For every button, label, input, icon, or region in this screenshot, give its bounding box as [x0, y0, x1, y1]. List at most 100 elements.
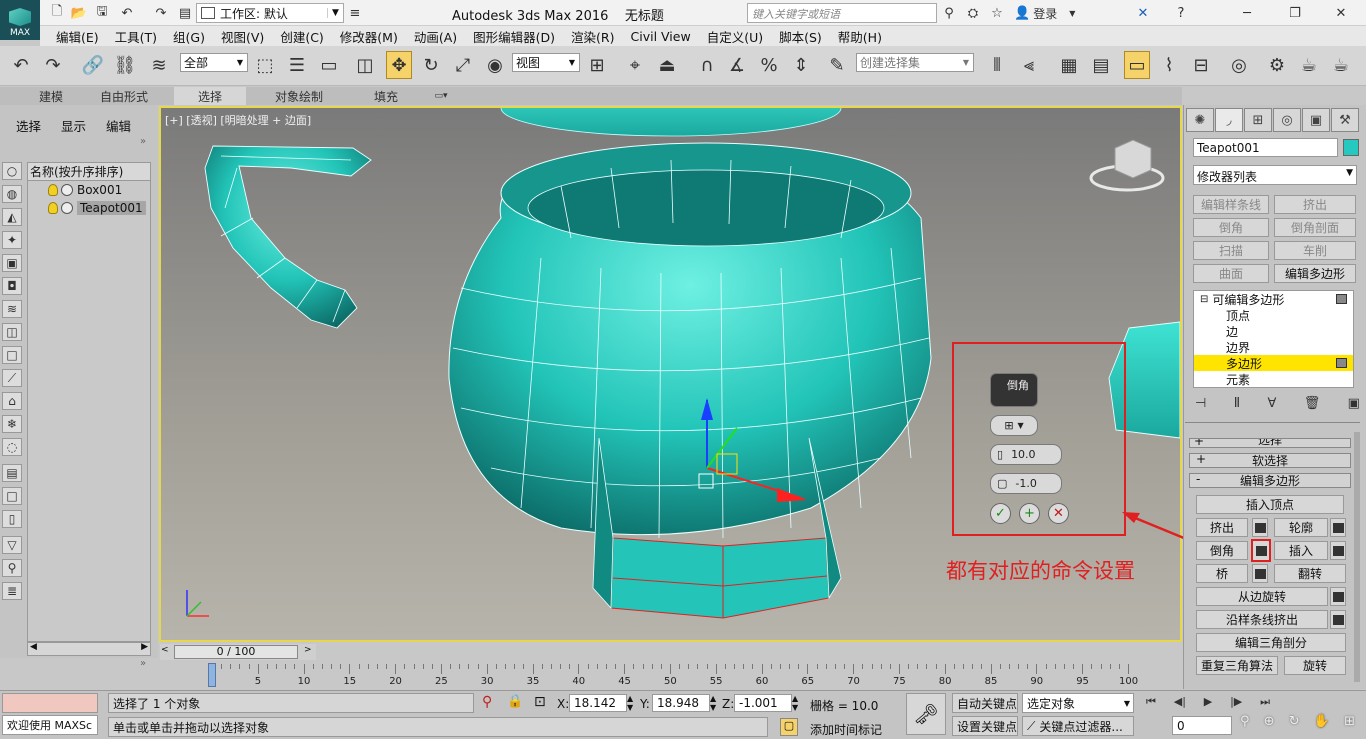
extrude-along-spline-button[interactable]: 沿样条线挤出 — [1196, 610, 1328, 629]
tree-row-teapot001[interactable]: Teapot001 — [28, 199, 150, 217]
inset-button[interactable]: 插入 — [1274, 541, 1328, 560]
render-icon[interactable]: ☕ — [1328, 51, 1354, 79]
current-frame-field[interactable]: 0 — [1172, 716, 1232, 735]
tab-populate[interactable]: 填充 — [354, 87, 418, 105]
teapot-body[interactable] — [448, 142, 932, 539]
menu-animation[interactable]: 动画(A) — [406, 27, 465, 46]
play-icon[interactable]: ▶ — [1204, 695, 1212, 711]
explorer-tab-select[interactable]: 选择 — [16, 116, 41, 135]
modifier-extrude-button[interactable]: 挤出 — [1274, 195, 1356, 214]
time-slider-thumb[interactable]: 0 / 100 — [174, 645, 298, 659]
rollout-soft-selection[interactable]: + 软选择 — [1189, 452, 1351, 468]
x-coord-field[interactable]: 18.142 — [569, 694, 627, 712]
add-time-tag[interactable]: 添加时间标记 — [810, 721, 882, 738]
object-name-field[interactable]: Teapot001 — [1193, 138, 1338, 157]
exchange-x-icon[interactable]: ✕ — [1134, 4, 1152, 22]
previous-frame-icon[interactable]: ◀| — [1174, 695, 1186, 711]
utilities-tab-icon[interactable]: ⚒ — [1331, 108, 1359, 132]
transform-mode-icon[interactable]: ⊡ — [534, 694, 546, 710]
hinge-from-edge-button[interactable]: 从边旋转 — [1196, 587, 1328, 606]
stack-sub-element[interactable]: 元素 — [1194, 371, 1353, 387]
modifier-edit-poly-button[interactable]: 编辑多边形 — [1274, 264, 1356, 283]
link-icon[interactable]: 🔗 — [80, 51, 106, 79]
auto-key-button[interactable]: 自动关键点 — [952, 693, 1018, 713]
display-children-icon[interactable]: ▤ — [2, 464, 22, 482]
retriangulate-button[interactable]: 重复三角算法 — [1196, 656, 1278, 675]
bevel-height-spinner[interactable]: ▯ 10.0 — [990, 444, 1062, 465]
insert-vertex-button[interactable]: 插入顶点 — [1196, 495, 1344, 514]
inset-settings-icon[interactable] — [1330, 541, 1346, 560]
modifier-list-select[interactable]: 修改器列表 ▼ — [1193, 165, 1357, 185]
rollout-selection[interactable]: + 选择 — [1189, 438, 1351, 448]
pin-stack-icon[interactable]: ⊣ — [1195, 396, 1206, 414]
make-unique-icon[interactable]: ∀ — [1267, 396, 1276, 414]
layer-manager-icon[interactable]: ▦ — [1056, 51, 1082, 79]
display-lights-icon[interactable]: ✦ — [2, 231, 22, 249]
menu-create[interactable]: 创建(C) — [272, 27, 331, 46]
orbit-icon[interactable]: ↻ — [1289, 714, 1300, 729]
tab-object-paint[interactable]: 对象绘制 — [262, 87, 336, 105]
tree-row-box001[interactable]: Box001 — [28, 181, 150, 199]
spinner-icon[interactable]: ▲ ▼ — [710, 694, 716, 712]
show-end-result-icon[interactable]: Ⅱ — [1234, 396, 1240, 414]
scene-explorer-icon[interactable]: ▤ — [1088, 51, 1114, 79]
select-none-icon[interactable]: ▯ — [2, 510, 22, 528]
close-button[interactable]: ✕ — [1326, 4, 1356, 22]
select-manipulate-icon[interactable]: ⌖ — [622, 51, 648, 79]
bevel-type-select[interactable]: ⊞ ▼ — [990, 415, 1038, 436]
angle-snap-icon[interactable]: ∡ — [724, 51, 750, 79]
edit-triangulation-button[interactable]: 编辑三角剖分 — [1196, 633, 1346, 652]
modifier-bevel-button[interactable]: 倒角 — [1193, 218, 1269, 237]
schematic-view-icon[interactable]: ⊟ — [1188, 51, 1214, 79]
turn-button[interactable]: 旋转 — [1284, 656, 1346, 675]
explorer-tab-display[interactable]: 显示 — [61, 116, 86, 135]
extrude-spline-settings-icon[interactable] — [1330, 610, 1346, 629]
display-shapes-icon[interactable]: ◭ — [2, 208, 22, 226]
menu-edit[interactable]: 编辑(E) — [48, 27, 107, 46]
chevron-right-icon[interactable]: ▶ — [141, 642, 148, 652]
modifier-sweep-button[interactable]: 扫描 — [1193, 241, 1269, 260]
set-key-icon[interactable]: 🗝 — [906, 693, 946, 735]
layer-icon[interactable]: ≣ — [2, 582, 22, 600]
stack-item-editable-poly[interactable]: ⊟ 可编辑多边形 — [1194, 291, 1353, 307]
select-all-icon[interactable]: □ — [2, 487, 22, 505]
hinge-settings-icon[interactable] — [1330, 587, 1346, 606]
display-hidden-icon[interactable]: ◌ — [2, 438, 22, 456]
new-file-icon[interactable]: 🗋 — [48, 4, 66, 22]
go-to-start-icon[interactable]: ⏮ — [1146, 695, 1156, 711]
redo-icon[interactable]: ↷ — [152, 4, 170, 22]
menu-graph-editors[interactable]: 图形编辑器(D) — [465, 27, 563, 46]
snap-toggle-icon[interactable]: ∩ — [694, 51, 720, 79]
caddy-ok-button[interactable]: ✓ — [990, 503, 1011, 524]
next-frame-icon[interactable]: |▶ — [1230, 695, 1242, 711]
percent-snap-icon[interactable]: % — [756, 51, 782, 79]
key-target-select[interactable]: 选定对象 ▼ — [1022, 693, 1134, 713]
render-setup-icon[interactable]: ⚙ — [1264, 51, 1290, 79]
light-bulb-icon[interactable] — [48, 202, 58, 214]
bevel-settings-icon[interactable] — [1251, 539, 1271, 562]
spinner-icon[interactable]: ▲ ▼ — [627, 694, 633, 712]
render-frame-icon[interactable]: ☕ — [1296, 51, 1322, 79]
visibility-icon[interactable] — [61, 184, 73, 196]
stack-sub-vertex[interactable]: 顶点 — [1194, 307, 1353, 323]
set-key-button[interactable]: 设置关键点 — [952, 716, 1018, 736]
keyboard-shortcut-icon[interactable]: ⏏ — [654, 51, 680, 79]
display-tab-icon[interactable]: ▣ — [1302, 108, 1330, 132]
menu-civil-view[interactable]: Civil View — [623, 29, 699, 44]
menu-views[interactable]: 视图(V) — [213, 27, 272, 46]
align-icon[interactable]: ⫷ — [1016, 51, 1042, 79]
maxscript-mini-listener[interactable]: 欢迎使用 MAXSc — [2, 715, 98, 735]
zoom-all-icon[interactable]: ⊕ — [1264, 714, 1275, 729]
project-folder-icon[interactable]: ▤ — [176, 4, 194, 22]
bevel-button[interactable]: 倒角 — [1196, 541, 1248, 560]
bridge-settings-icon[interactable] — [1252, 564, 1268, 583]
display-bones-icon[interactable]: ⟋ — [2, 369, 22, 387]
stack-sub-polygon[interactable]: 多边形 — [1194, 355, 1353, 371]
tab-freeform[interactable]: 自由形式 — [92, 87, 156, 105]
flip-button[interactable]: 翻转 — [1274, 564, 1346, 583]
scene-tree-header[interactable]: 名称(按升序排序) — [28, 163, 150, 181]
teapot-handle[interactable] — [204, 145, 372, 329]
chevron-right-icon[interactable]: > — [304, 645, 312, 655]
collapse-icon[interactable]: ⊟ — [1200, 294, 1208, 305]
viewport-label[interactable]: [+] [透视] [明暗处理 + 边面] — [165, 112, 311, 128]
